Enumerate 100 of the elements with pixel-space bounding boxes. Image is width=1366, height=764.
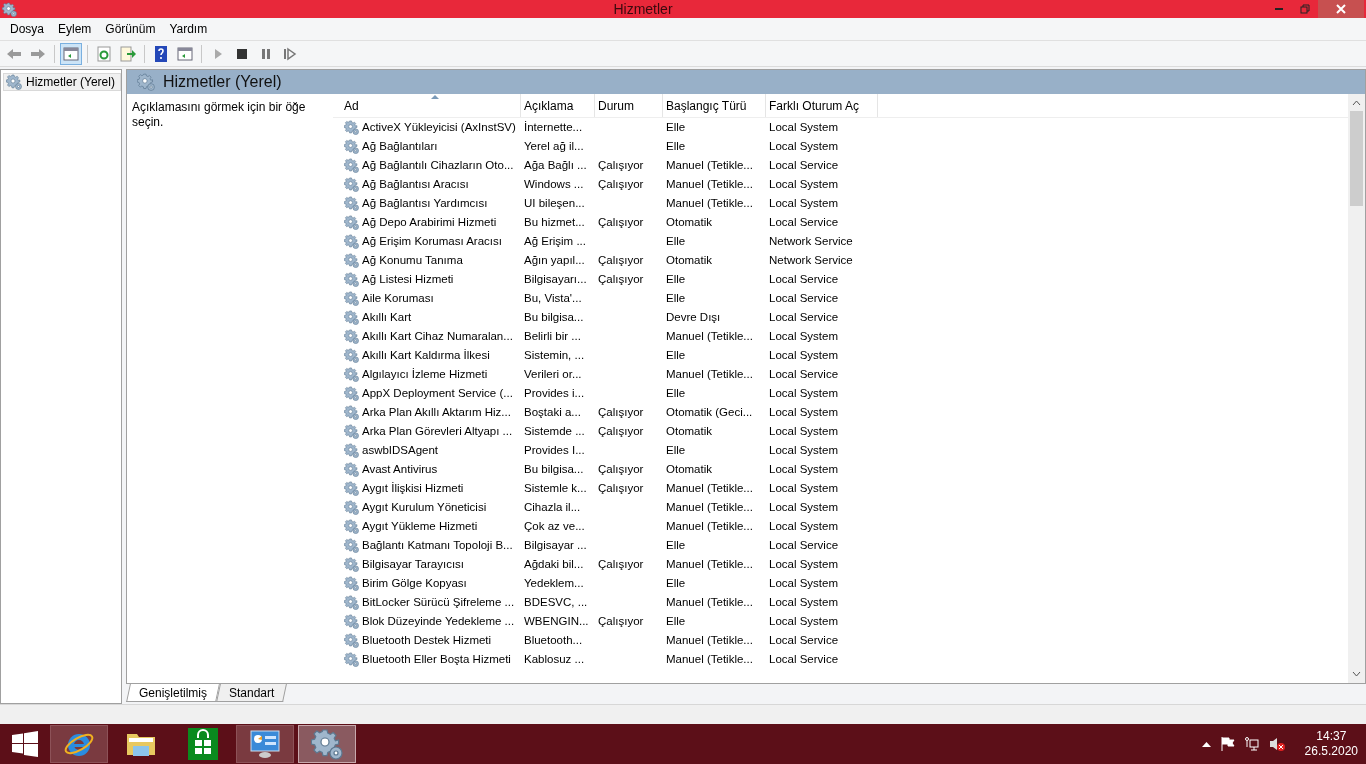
show-hidden-icons[interactable]	[1201, 741, 1211, 747]
table-cell-text: Local Service	[769, 309, 839, 325]
table-cell-text: Local System	[769, 499, 839, 515]
gears-icon	[311, 728, 343, 760]
table-cell-text: Local System	[769, 138, 839, 154]
tree-button[interactable]	[60, 42, 82, 65]
windows-logo-icon	[12, 731, 38, 757]
table-cell-text: Manuel (Tetikle...	[666, 176, 753, 192]
clock[interactable]: 14:37 26.5.2020	[1304, 729, 1358, 759]
table-cell-text: Ağ Erişim ...	[524, 233, 586, 249]
close-icon	[1336, 4, 1346, 14]
table-cell-text: BDESVC, ...	[524, 594, 588, 610]
table-cell-text: Elle	[666, 347, 686, 363]
table-cell-text: Local Service	[769, 271, 839, 287]
service-gear-icon	[344, 386, 359, 401]
table-cell-text: Çalışıyor	[598, 214, 644, 230]
table-cell-text: Ağ Listesi Hizmeti	[362, 271, 454, 287]
service-gear-icon	[344, 158, 359, 173]
table-cell-text: Local System	[769, 385, 839, 401]
table-cell-text: Local System	[769, 480, 839, 496]
store-bag-icon	[188, 728, 218, 760]
table-cell-text: Local System	[769, 613, 839, 629]
vertical-scrollbar[interactable]	[1348, 94, 1365, 683]
table-cell-text: Local Service	[769, 157, 839, 173]
table-cell-text: Bilgisayar ...	[524, 537, 587, 553]
service-gear-icon	[344, 253, 359, 268]
table-cell-text: Bu bilgisa...	[524, 309, 584, 325]
network-icon[interactable]	[1244, 737, 1259, 751]
column-header[interactable]: Durum	[595, 94, 663, 117]
table-cell-text: Manuel (Tetikle...	[666, 480, 753, 496]
table-cell-text: Local System	[769, 119, 839, 135]
menu-item[interactable]: Dosya	[4, 20, 50, 38]
table-cell-text: Local System	[769, 594, 839, 610]
menu-item[interactable]: Görünüm	[99, 20, 162, 38]
clock-time: 14:37	[1316, 729, 1347, 744]
table-cell-text: Çalışıyor	[598, 271, 644, 287]
control-panel-icon	[249, 728, 281, 760]
table-cell-text: Manuel (Tetikle...	[666, 651, 753, 667]
description-text: Açıklamasını görmek için bir öğe seçin.	[132, 100, 307, 130]
table-cell-text: Bilgisayarı...	[524, 271, 587, 287]
table-cell-text: Elle	[666, 613, 686, 629]
table-cell-text: Çalışıyor	[598, 461, 644, 477]
service-gear-icon	[344, 576, 359, 591]
table-cell-text: Local System	[769, 176, 839, 192]
taskbar-app[interactable]	[236, 725, 294, 763]
window-pane-icon	[63, 45, 79, 62]
service-gear-icon	[344, 633, 359, 648]
window-title: Hizmetler	[613, 0, 673, 18]
panel-title: Hizmetler (Yerel)	[163, 72, 282, 92]
table-cell-text: Local System	[769, 518, 839, 534]
service-gear-icon	[344, 595, 359, 610]
service-gear-icon	[344, 424, 359, 439]
column-header[interactable]: Açıklama	[521, 94, 595, 117]
flag-icon[interactable]	[1220, 737, 1235, 751]
table-cell-text: Ağ Bağlantılı Cihazların Oto...	[362, 157, 514, 173]
service-gear-icon	[344, 462, 359, 477]
table-cell-text: Local System	[769, 575, 839, 591]
table-cell-text: Elle	[666, 271, 686, 287]
table-cell-text: Bu hizmet...	[524, 214, 585, 230]
table-cell-text: Local Service	[769, 214, 839, 230]
table-cell-text: Çalışıyor	[598, 556, 644, 572]
table-cell-text: Elle	[666, 442, 686, 458]
service-gear-icon	[344, 405, 359, 420]
table-cell-text: Ağ Bağlantısı Yardımcısı	[362, 195, 488, 211]
scrollbar-thumb[interactable]	[1350, 111, 1363, 206]
table-cell-text: Windows ...	[524, 176, 584, 192]
view-tab[interactable]: Genişletilmiş	[126, 684, 220, 702]
resume-icon	[282, 45, 298, 62]
table-cell-text: Verileri or...	[524, 366, 582, 382]
table-cell-text: İnternette...	[524, 119, 583, 135]
table-cell-text: Manuel (Tetikle...	[666, 556, 753, 572]
column-header[interactable]: Ad	[341, 94, 521, 117]
close-button[interactable]	[1318, 0, 1364, 18]
menu-item[interactable]: Yardım	[163, 20, 214, 38]
service-gear-icon	[344, 310, 359, 325]
table-cell-text: Bluetooth Eller Boşta Hizmeti	[362, 651, 511, 667]
menu-item[interactable]: Eylem	[52, 20, 98, 38]
table-cell-text: Algılayıcı İzleme Hizmeti	[362, 366, 488, 382]
table-cell-text: Kablosuz ...	[524, 651, 585, 667]
table-cell-text: Aygıt Yükleme Hizmeti	[362, 518, 478, 534]
table-cell-text: Arka Plan Görevleri Altyapı ...	[362, 423, 513, 439]
table-cell-text: Local System	[769, 195, 839, 211]
table-cell-text: Boştaki a...	[524, 404, 581, 420]
table-cell-text: Bağlantı Katmanı Topoloji B...	[362, 537, 513, 553]
tree-item[interactable]: Hizmetler (Yerel)	[3, 73, 121, 91]
column-header[interactable]: Farklı Oturum Aç	[766, 94, 878, 117]
table-cell-text: Local System	[769, 442, 839, 458]
table-cell-text: Ağ Bağlantısı Aracısı	[362, 176, 469, 192]
column-header[interactable]: Başlangıç Türü	[663, 94, 766, 117]
export-list-icon	[120, 45, 136, 62]
table-cell-text: UI bileşen...	[524, 195, 585, 211]
table-cell-text: Manuel (Tetikle...	[666, 594, 753, 610]
table-cell-text: Aygıt İlişkisi Hizmeti	[362, 480, 464, 496]
service-gear-icon	[344, 272, 359, 287]
table-cell-text: Akıllı Kart Cihaz Numaralan...	[362, 328, 513, 344]
table-cell-text: Manuel (Tetikle...	[666, 518, 753, 534]
view-tab[interactable]: Standart	[216, 684, 288, 702]
table-cell-text: Sistemle k...	[524, 480, 587, 496]
muted-speaker-icon[interactable]	[1268, 737, 1285, 751]
service-gear-icon	[344, 519, 359, 534]
